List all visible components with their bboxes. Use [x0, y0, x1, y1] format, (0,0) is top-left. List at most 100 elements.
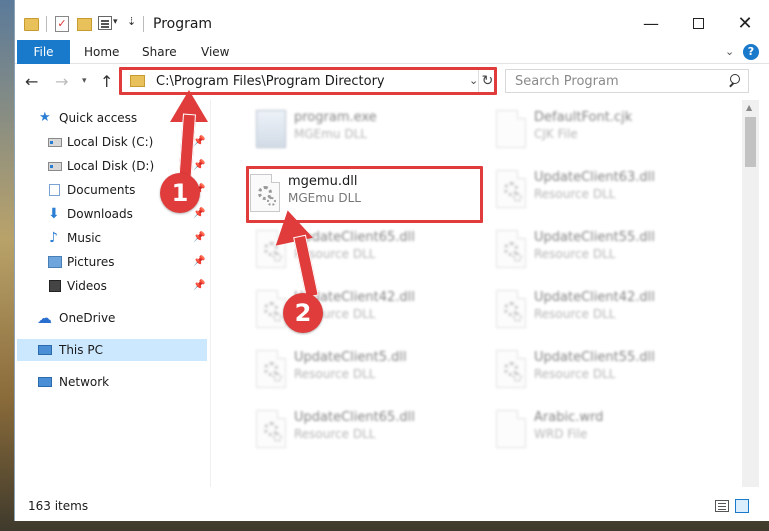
large-icons-view-icon[interactable]: [735, 499, 749, 513]
forward-arrow-icon[interactable]: →: [55, 72, 68, 91]
dll-gear-icon: [496, 170, 526, 208]
dll-gear-icon: [496, 230, 526, 268]
file-name: UpdateClient63.dll: [534, 170, 655, 185]
status-bar: 163 items: [15, 491, 769, 521]
file-name: DefaultFont.cjk: [534, 110, 633, 125]
search-input[interactable]: Search Program: [505, 69, 749, 93]
window-title: Program: [153, 16, 213, 32]
file-item[interactable]: program.exe MGEmu DLL: [242, 104, 482, 154]
nav-item-pictures[interactable]: Pictures 📌: [15, 251, 207, 273]
pin-icon[interactable]: 📌: [193, 155, 205, 177]
maximize-icon: [692, 18, 704, 29]
help-icon[interactable]: ?: [743, 44, 759, 60]
pin-icon[interactable]: 📌: [193, 227, 205, 249]
star-icon: ★: [39, 110, 51, 125]
file-item[interactable]: UpdateClient65.dll Resource DLL: [242, 404, 482, 454]
nav-item-music[interactable]: ♪ Music 📌: [15, 227, 207, 249]
step-2-badge: 2: [283, 293, 323, 333]
file-item[interactable]: UpdateClient63.dll Resource DLL: [482, 164, 722, 214]
documents-icon: [49, 184, 60, 196]
new-folder-icon[interactable]: [77, 18, 92, 31]
recent-locations-icon[interactable]: ▾: [82, 76, 87, 86]
nav-item-label: Local Disk (D:): [67, 159, 155, 173]
file-list: program.exe MGEmu DLL DefaultFont.cjk CJ…: [212, 100, 742, 487]
pin-icon[interactable]: 📌: [193, 275, 205, 297]
dll-gear-icon: [496, 290, 526, 328]
file-icon: [496, 410, 526, 448]
dll-gear-icon: [496, 350, 526, 388]
nav-item-videos[interactable]: Videos 📌: [15, 275, 207, 297]
minimize-button[interactable]: —: [628, 10, 674, 38]
nav-item-this-pc[interactable]: This PC: [17, 339, 207, 361]
pin-icon[interactable]: 📌: [193, 251, 205, 273]
nav-item-network[interactable]: Network: [15, 371, 207, 393]
tab-file[interactable]: File: [17, 40, 70, 64]
explorer-window: ✓ ▾ ⇣ Program — ✕ File Home Share View ⌄…: [14, 0, 769, 521]
maximize-button[interactable]: [675, 10, 721, 38]
nav-item-label: Quick access: [59, 111, 138, 125]
nav-item-label: Downloads: [67, 207, 133, 221]
file-type: MGEmu DLL: [294, 127, 367, 141]
up-arrow-icon[interactable]: ↑: [100, 72, 113, 91]
application-icon: [256, 110, 286, 148]
file-type: WRD File: [534, 427, 588, 441]
nav-item-label: Music: [67, 231, 102, 245]
back-arrow-icon[interactable]: ←: [25, 72, 38, 91]
computer-icon: [38, 345, 52, 355]
pictures-icon: [48, 256, 62, 268]
close-button[interactable]: ✕: [722, 10, 768, 38]
tab-view[interactable]: View: [201, 40, 229, 64]
scroll-up-icon[interactable]: ▲: [746, 103, 752, 112]
nav-item-label: Videos: [67, 279, 107, 293]
file-item[interactable]: UpdateClient55.dll Resource DLL: [482, 224, 722, 274]
file-name: UpdateClient5.dll: [294, 350, 407, 365]
dll-gear-icon: [256, 410, 286, 448]
dll-gear-icon: [256, 350, 286, 388]
file-name: UpdateClient55.dll: [534, 230, 655, 245]
tab-home[interactable]: Home: [84, 40, 119, 64]
file-icon: [496, 110, 526, 148]
list-properties-icon[interactable]: [98, 16, 112, 30]
file-item[interactable]: Arabic.wrd WRD File: [482, 404, 722, 454]
network-icon: [38, 377, 52, 387]
file-name: UpdateClient42.dll: [534, 290, 655, 305]
expand-ribbon-icon[interactable]: ⌄: [725, 45, 734, 58]
ribbon: File Home Share View ⌄ ?: [15, 40, 769, 64]
file-type: Resource DLL: [534, 247, 616, 261]
file-name: UpdateClient65.dll: [294, 410, 415, 425]
file-name: program.exe: [294, 110, 377, 125]
file-item[interactable]: UpdateClient5.dll Resource DLL: [242, 344, 482, 394]
cloud-icon: ☁: [37, 309, 52, 327]
nav-item-label: Network: [59, 375, 110, 389]
file-item[interactable]: UpdateClient42.dll Resource DLL: [242, 284, 482, 334]
details-view-icon[interactable]: [715, 500, 729, 512]
pin-icon[interactable]: 📌: [193, 131, 205, 153]
folder-icon: [24, 18, 39, 31]
music-icon: ♪: [49, 230, 58, 246]
drive-icon: [48, 162, 62, 171]
file-item[interactable]: UpdateClient42.dll Resource DLL: [482, 284, 722, 334]
customize-toolbar-icon[interactable]: ⇣: [127, 15, 136, 35]
vertical-scrollbar[interactable]: ▲: [742, 100, 759, 487]
nav-item-label: Local Disk (C:): [67, 135, 154, 149]
downloads-icon: ⬇: [48, 206, 60, 222]
file-item[interactable]: UpdateClient55.dll Resource DLL: [482, 344, 722, 394]
chevron-down-icon[interactable]: ▾: [113, 17, 118, 37]
file-type: Resource DLL: [294, 367, 376, 381]
file-type: Resource DLL: [534, 307, 616, 321]
nav-item-onedrive[interactable]: ☁ OneDrive: [15, 307, 207, 329]
properties-check-icon[interactable]: ✓: [55, 16, 69, 32]
file-name: Arabic.wrd: [534, 410, 604, 425]
file-type: Resource DLL: [534, 367, 616, 381]
tab-share[interactable]: Share: [142, 40, 177, 64]
toolbar-divider: [143, 16, 144, 32]
file-item[interactable]: DefaultFont.cjk CJK File: [482, 104, 722, 154]
dll-gear-icon: [256, 290, 286, 328]
nav-item-label: OneDrive: [59, 311, 116, 325]
nav-item-label: Documents: [67, 183, 136, 197]
title-bar: ✓ ▾ ⇣ Program — ✕: [15, 0, 769, 40]
toolbar-divider: [46, 16, 47, 32]
scrollbar-thumb[interactable]: [745, 117, 756, 167]
nav-item-local-disk-c[interactable]: Local Disk (C:) 📌: [15, 131, 207, 153]
search-icon[interactable]: [728, 74, 740, 86]
